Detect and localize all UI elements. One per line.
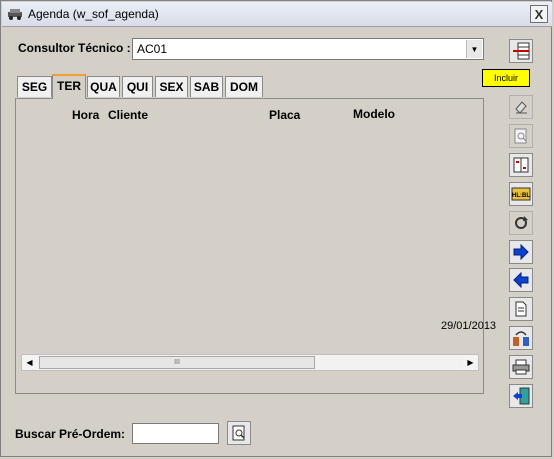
exit-button[interactable] — [509, 384, 533, 408]
close-button[interactable]: X — [530, 5, 548, 23]
document-button[interactable] — [509, 297, 533, 321]
scroll-right-icon[interactable]: ▶ — [463, 355, 478, 370]
column-header-placa[interactable]: Placa — [269, 108, 300, 122]
incluir-tooltip: Incluir — [482, 69, 530, 87]
tab-dom[interactable]: DOM — [225, 76, 263, 97]
previous-button[interactable] — [509, 268, 533, 292]
arrow-left-icon — [513, 272, 529, 288]
tab-qua[interactable]: QUA — [87, 76, 120, 97]
columns-icon — [513, 157, 529, 173]
refresh-icon — [515, 216, 528, 229]
tab-seg[interactable]: SEG — [17, 76, 52, 97]
tab-ter[interactable]: TER — [52, 74, 86, 99]
add-row-icon — [513, 42, 530, 60]
hl-bl-button[interactable]: HL:BL — [509, 182, 533, 206]
eraser-icon — [515, 101, 527, 114]
chevron-down-icon[interactable]: ▼ — [466, 40, 482, 58]
consultor-value: AC01 — [137, 42, 168, 56]
hl-bl-icon: HL:BL — [511, 187, 531, 201]
tab-qui[interactable]: QUI — [122, 76, 153, 97]
document-icon — [515, 301, 527, 317]
columns-button[interactable] — [509, 153, 533, 177]
arrow-right-icon — [513, 244, 529, 260]
close-icon: X — [534, 6, 544, 22]
pre-ordem-search-input[interactable] — [132, 423, 219, 444]
preview-button[interactable] — [509, 124, 533, 148]
search-label: Buscar Pré-Ordem: — [15, 427, 126, 441]
consultor-label: Consultor Técnico : — [18, 41, 131, 55]
search-icon — [232, 425, 245, 441]
tab-sex[interactable]: SEX — [155, 76, 188, 97]
exit-icon — [513, 387, 530, 405]
agenda-grid: Hora Cliente Placa Modelo 29/01/2013 ◀ I… — [15, 98, 496, 394]
refresh-button[interactable] — [509, 211, 533, 235]
next-button[interactable] — [509, 240, 533, 264]
preview-icon — [514, 128, 527, 144]
car-icon — [8, 9, 22, 20]
svg-text:HL:BL: HL:BL — [512, 193, 530, 199]
window-title: Agenda (w_sof_agenda) — [28, 7, 159, 21]
column-header-hora[interactable]: Hora — [72, 108, 99, 122]
agenda-window: Agenda (w_sof_agenda) X Consultor Técnic… — [0, 0, 552, 457]
horizontal-scrollbar[interactable]: ◀ III ▶ — [21, 354, 479, 371]
erase-button[interactable] — [509, 95, 533, 119]
grid-date: 29/01/2013 — [441, 320, 497, 332]
column-header-cliente[interactable]: Cliente — [108, 108, 148, 122]
title-bar: Agenda (w_sof_agenda) X — [2, 2, 552, 27]
print-icon — [512, 359, 530, 375]
consultor-select[interactable]: AC01 ▼ — [132, 38, 484, 60]
column-header-modelo[interactable]: Modelo — [353, 107, 395, 121]
incluir-button[interactable] — [509, 39, 533, 63]
scroll-left-icon[interactable]: ◀ — [22, 355, 37, 370]
tab-sab[interactable]: SAB — [190, 76, 223, 97]
print-button[interactable] — [509, 355, 533, 379]
scrollbar-thumb[interactable]: III — [39, 356, 315, 369]
exchange-icon — [513, 331, 529, 346]
exchange-button[interactable] — [509, 326, 533, 350]
search-button[interactable] — [227, 421, 251, 445]
